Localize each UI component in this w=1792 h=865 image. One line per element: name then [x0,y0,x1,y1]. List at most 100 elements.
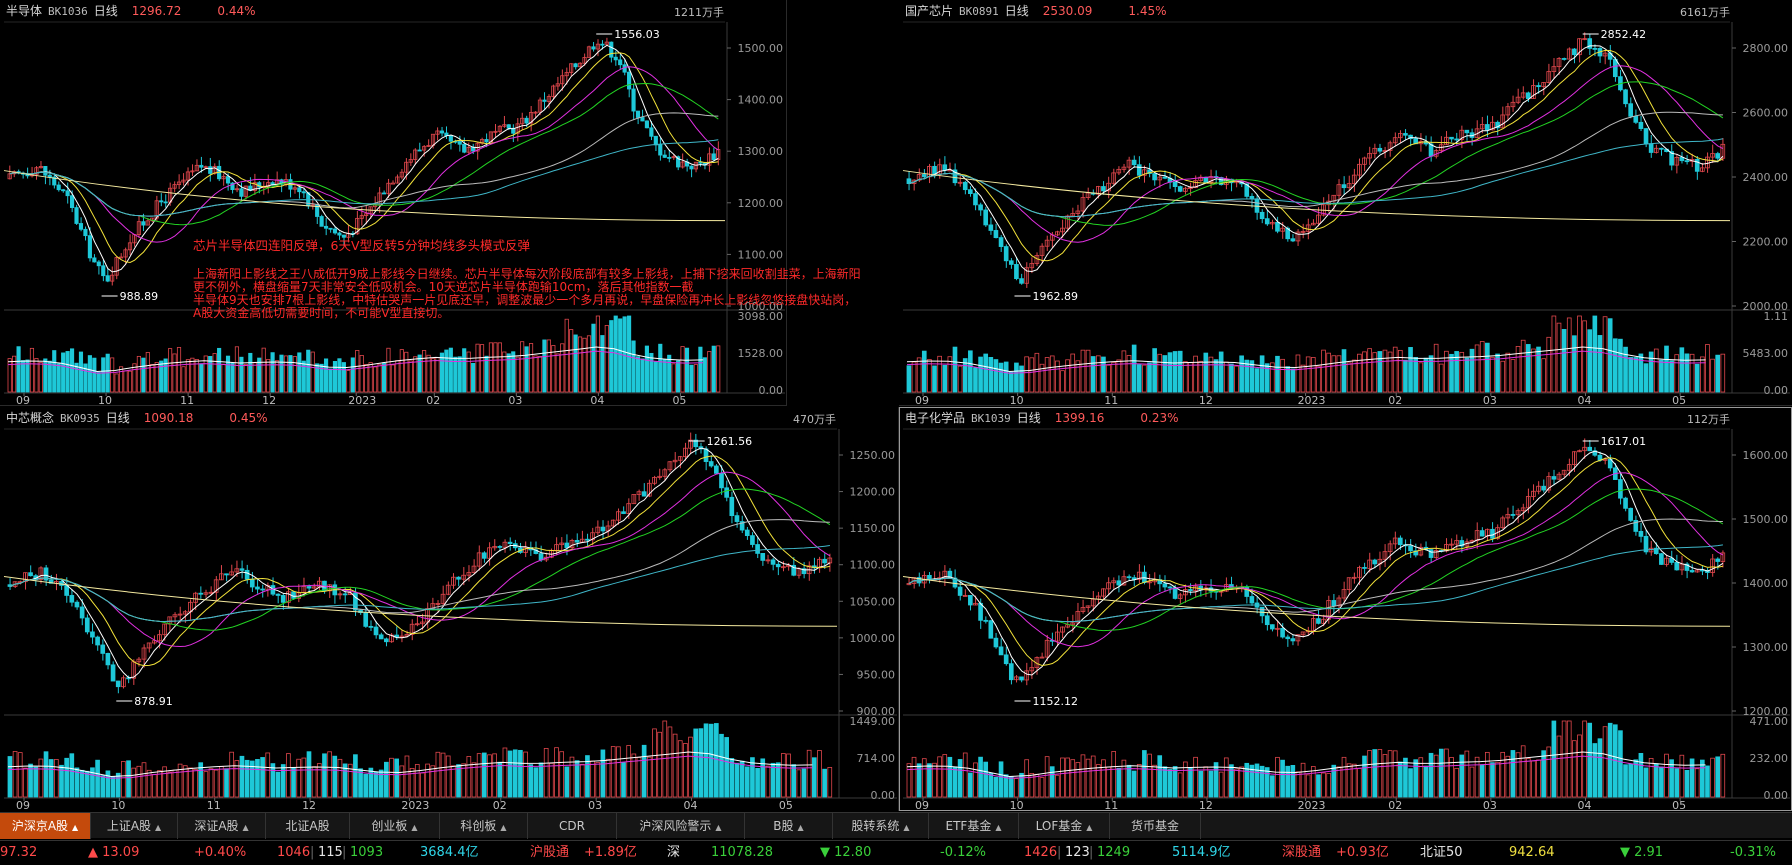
tab-beijing-a[interactable]: 北证A股 [266,813,350,839]
candle-body [1454,138,1459,141]
volume-bar [1633,357,1639,393]
candle-body [1628,507,1633,521]
candle-body [1659,147,1664,150]
volume-bar [1346,362,1352,393]
tab-shenzhen-a[interactable]: 深证A股 ▲ [178,813,266,839]
volume-bar [1500,360,1506,393]
high-price-label: 1556.03 [614,28,660,41]
tab-money-fund[interactable]: 货币基金 [1110,813,1201,839]
volume-bar [33,766,39,798]
candle-body [770,559,776,565]
volume-bar [622,316,627,393]
volume-bar [569,329,574,393]
moving-average-line [9,447,831,679]
volume-bar [677,740,683,798]
candle-body [998,237,1004,247]
volume-bar [1710,757,1715,798]
panel-header: 中芯概念 BK0935 日线 1090.18 0.45% [6,409,268,427]
candle-body [341,234,346,238]
volume-bar [744,766,750,798]
candle-body [719,472,724,489]
bz-label[interactable]: 北证50 [1420,841,1463,865]
candle-body [249,578,255,588]
candle-body [115,680,121,688]
month-label: 02 [1388,799,1402,811]
month-label: 11 [207,799,221,811]
chart-panel-semiconductor[interactable]: 1500.00 1400.00 1300.00 1200.00 1100.00 1000.… [0,0,787,406]
volume-bar [74,362,79,393]
volume-bar [497,342,502,393]
volume-bar [1423,357,1429,393]
volume-bar [564,766,570,798]
volume-bar [1444,350,1449,393]
candle-body [1541,485,1546,491]
tab-shanghai-a[interactable]: 上证A股 ▲ [91,813,178,839]
candle-body [275,593,281,596]
tab-hushen-jing-a[interactable]: 沪深京A股 ▲ [0,813,91,839]
volume-bar [1520,339,1526,393]
candle-body [1618,479,1623,499]
volume-bar [1167,769,1173,798]
kline-chart[interactable]: 1600.001500.001400.001300.001200.00471.0… [899,407,1792,811]
volume-bar [306,751,312,798]
volume-bar [507,750,513,798]
tab-chinext[interactable]: 创业板 ▲ [350,813,440,839]
tab-b-shares[interactable]: B股 ▲ [745,813,833,839]
volume-bar [988,772,994,798]
volume-bar [1438,748,1444,798]
tab-neeq[interactable]: 股转系统 ▲ [833,813,929,839]
volume-bar [47,360,52,393]
volume-tick-label: 0.00 [1764,789,1789,802]
kline-chart[interactable]: 1250.00 1200.00 1150.00 1100.00 1050.00 1000.… [0,407,899,811]
candle-body [1259,211,1265,220]
sz-label[interactable]: 深 [667,841,680,865]
tab-etf[interactable]: ETF基金 ▲ [929,813,1019,839]
chart-panel-domestic-chip[interactable]: 2800.00 2600.00 2400.00 2200.00 2000.00 1.11 5… [899,0,1792,406]
volume-bar [115,772,121,798]
tab-risk-warning[interactable]: 沪深风险警示 ▲ [617,813,745,839]
volume-bar [515,356,520,393]
sector-value: 1296.72 [131,4,182,18]
volume-bar [481,752,487,798]
sector-code: BK0891 [959,5,999,18]
candle-body [1648,143,1654,153]
volume-bar [1546,746,1552,798]
volume-bar [1479,341,1485,393]
kline-chart[interactable]: 2800.002600.002400.002200.002000.001.115… [899,0,1792,406]
bz-index-value[interactable]: 942.64 [1509,841,1555,865]
candle-body [1014,264,1019,280]
volume-bar [698,346,703,393]
volume-bar [466,756,472,798]
volume-bar [1659,359,1664,393]
chart-panel-electronic-chemicals[interactable]: 1600.00 1500.00 1400.00 1300.00 1200.00 471.0… [899,407,1792,811]
volume-bar [48,759,54,798]
volume-bar [621,762,626,798]
sz-index-value[interactable]: 11078.28 [711,841,773,865]
volume-bar [274,360,280,393]
volume-bar [54,759,59,798]
tab-star-market[interactable]: 科创板 ▲ [440,813,528,839]
candle-body [962,181,968,191]
volume-bar [1090,356,1096,393]
volume-bar [110,776,116,798]
chart-panel-smic-concept[interactable]: 1250.00 1200.00 1150.00 1100.00 1050.00 1000.… [0,407,899,811]
tab-cdr[interactable]: CDR [528,813,617,839]
candle-body [1131,159,1137,166]
volume-bar [817,750,822,798]
volume-bar [653,361,658,393]
volume-bar [533,355,538,393]
sh-index-change: ▲ 13.09 [88,845,140,860]
period-label: 日线 [93,4,118,18]
market-status-bar: 97.32 ▲ 13.09 +0.40% 1046 | 115 | 1093 3… [0,840,1792,865]
volume-bar [1464,357,1470,393]
tab-lof[interactable]: LOF基金 ▲ [1019,813,1110,839]
month-label: 02 [1388,394,1402,406]
kline-chart[interactable]: 1500.001400.001300.001200.001100.001000.… [0,0,787,406]
volume-bar [1331,355,1337,393]
volume-bar [38,362,43,393]
volume-tick-label: 3098.00 [738,310,784,323]
volume-bar [1136,364,1142,393]
candle-body [506,124,511,129]
volume-bar [1367,750,1372,798]
sh-index-value[interactable]: 97.32 [0,841,37,865]
